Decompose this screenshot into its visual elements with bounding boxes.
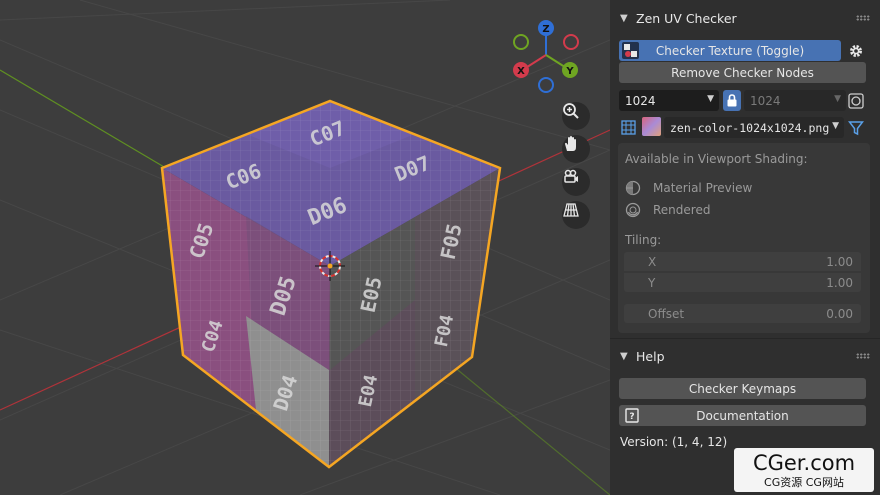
resolution-locked-value: 1024 — [750, 93, 781, 108]
material-preview-option: Material Preview — [625, 180, 752, 196]
checker-icon — [622, 42, 639, 59]
checker-toggle-button[interactable]: Checker Texture (Toggle) — [619, 40, 841, 61]
gizmo-neg-x-icon[interactable] — [563, 34, 579, 50]
material-preview-label: Material Preview — [653, 181, 753, 195]
texture-file-name: zen-color-1024x1024.png — [670, 120, 830, 135]
camera-icon[interactable] — [562, 168, 590, 196]
resolution-locked-dropdown: 1024 ▼ — [744, 90, 846, 111]
zen-uv-checker-header[interactable]: ▼ Zen UV Checker — [610, 4, 880, 32]
tiling-x-label: X — [648, 254, 657, 269]
documentation-label: Documentation — [696, 408, 789, 423]
viewport-canvas: C07 C06 D07 D06 C05 C04 D05 D04 E05 E04 … — [0, 0, 610, 495]
chevron-down-icon: ▼ — [834, 94, 841, 104]
resolution-dropdown[interactable]: 1024 ▼ — [619, 90, 719, 111]
tiling-x-value: 1.00 — [826, 254, 853, 269]
image-texture-icon — [619, 117, 637, 138]
svg-text:Y: Y — [565, 66, 574, 77]
grid-icon[interactable] — [562, 201, 590, 229]
rendered-option: Rendered — [625, 202, 710, 218]
offset-field: Offset 0.00 — [624, 304, 861, 323]
offset-value: 0.00 — [826, 306, 853, 321]
chevron-down-icon: ▼ — [832, 121, 839, 131]
tiling-y-label: Y — [648, 275, 656, 290]
help-book-icon: ? — [623, 407, 640, 424]
chevron-down-icon[interactable]: ▼ — [620, 351, 630, 362]
gizmo-neg-z-icon[interactable] — [538, 77, 554, 93]
section-title: Zen UV Checker — [636, 10, 737, 26]
help-title: Help — [636, 348, 665, 364]
gear-icon[interactable] — [845, 40, 866, 61]
help-header[interactable]: ▼ Help — [610, 342, 880, 370]
tiling-label: Tiling: — [625, 233, 662, 247]
svg-text:Z: Z — [542, 24, 549, 35]
texture-file-dropdown[interactable]: zen-color-1024x1024.png ▼ — [664, 117, 844, 138]
circle-toggle-icon[interactable] — [846, 90, 866, 111]
gizmo-neg-y-icon[interactable] — [513, 34, 529, 50]
watermark-sub: CG资源 CG网站 — [764, 476, 844, 489]
drag-handle-icon[interactable] — [856, 15, 870, 21]
watermark: CGer.com CG资源 CG网站 — [734, 448, 874, 492]
tiling-y-value: 1.00 — [826, 275, 853, 290]
checker-toggle-label: Checker Texture (Toggle) — [655, 43, 805, 58]
sidebar-panel: ▼ Zen UV Checker Checker Texture (Toggle… — [610, 0, 880, 495]
tiling-x-field: X 1.00 — [624, 252, 861, 271]
rendered-label: Rendered — [653, 203, 711, 217]
available-label: Available in Viewport Shading: — [625, 152, 808, 166]
drag-handle-icon[interactable] — [856, 353, 870, 359]
version-text: Version: (1, 4, 12) — [620, 435, 728, 449]
zoom-icon[interactable] — [562, 102, 590, 130]
navigation-gizmo[interactable]: Z X Y — [513, 20, 579, 93]
remove-checker-nodes-button[interactable]: Remove Checker Nodes — [619, 62, 866, 83]
tiling-y-field: Y 1.00 — [624, 273, 861, 292]
filter-icon[interactable] — [846, 117, 866, 138]
svg-text:?: ? — [629, 412, 634, 422]
section-divider — [610, 338, 880, 339]
lock-icon[interactable] — [723, 90, 741, 111]
offset-label: Offset — [648, 306, 685, 321]
checker-keymaps-button[interactable]: Checker Keymaps — [619, 378, 866, 399]
rendered-icon — [625, 202, 641, 218]
watermark-main: CGer.com — [752, 451, 856, 475]
svg-text:X: X — [517, 66, 525, 77]
chevron-down-icon[interactable]: ▼ — [620, 13, 630, 24]
documentation-button[interactable]: ? Documentation — [619, 405, 866, 426]
resolution-value: 1024 — [625, 93, 656, 108]
hand-icon[interactable] — [562, 135, 590, 163]
chevron-down-icon: ▼ — [707, 94, 714, 104]
material-preview-icon — [625, 180, 641, 196]
3d-viewport[interactable]: C07 C06 D07 D06 C05 C04 D05 D04 E05 E04 … — [0, 0, 610, 495]
cube-mesh[interactable]: C07 C06 D07 D06 C05 C04 D05 D04 E05 E04 … — [160, 99, 502, 469]
texture-thumbnail — [642, 117, 661, 136]
